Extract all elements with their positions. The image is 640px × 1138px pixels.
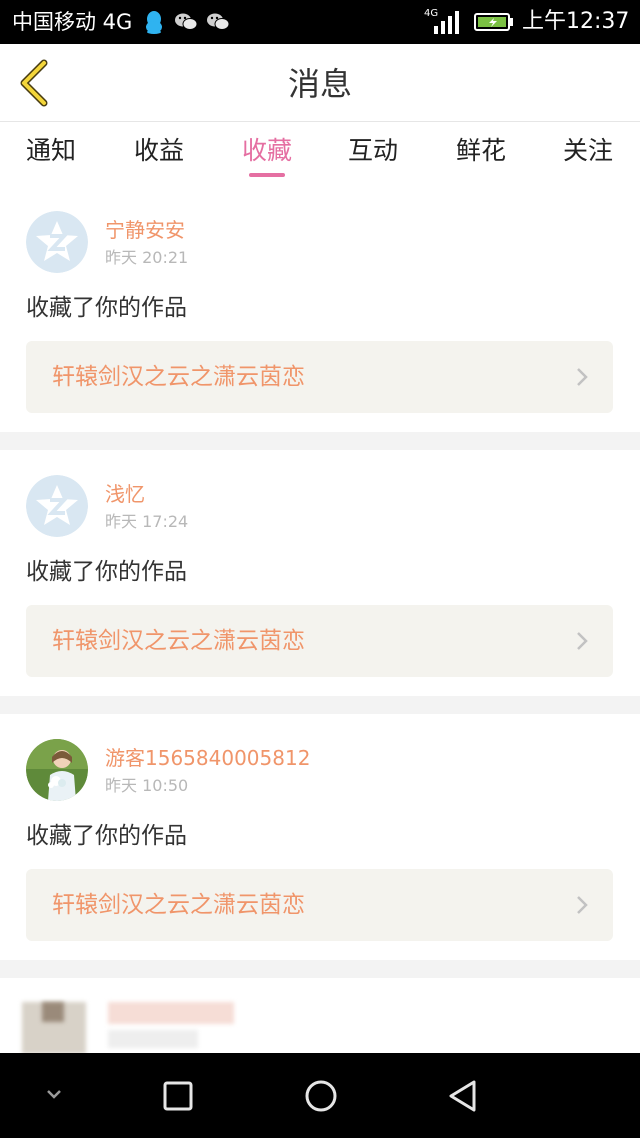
avatar[interactable]: [26, 475, 88, 537]
system-nav-bar: [0, 1053, 640, 1138]
default-avatar-icon: [26, 475, 88, 537]
tab-flowers[interactable]: 鲜花: [441, 135, 521, 167]
carrier-label: 中国移动 4G: [12, 10, 133, 34]
card-separator: [0, 696, 640, 714]
message-card: 游客1565840005812 昨天 10:50 收藏了你的作品 轩辕剑汉之云之…: [0, 714, 640, 960]
default-avatar-icon: [26, 211, 88, 273]
tab-earnings[interactable]: 收益: [119, 135, 199, 167]
tab-favorites[interactable]: 收藏: [227, 135, 307, 167]
qq-icon: [146, 11, 162, 34]
work-link[interactable]: 轩辕剑汉之云之潇云茵恋: [26, 869, 613, 941]
timestamp: 昨天 17:24: [105, 512, 189, 531]
timestamp: 昨天 20:21: [105, 248, 189, 267]
work-title: 轩辕剑汉之云之潇云茵恋: [52, 364, 305, 390]
app-header: 消息: [0, 44, 640, 122]
recent-apps-icon[interactable]: [162, 1080, 194, 1112]
status-bar: 中国移动 4G 4G 上午12:37: [0, 0, 640, 44]
message-card: 宁静安安 昨天 20:21 收藏了你的作品 轩辕剑汉之云之潇云茵恋: [0, 184, 640, 432]
username[interactable]: 宁静安安: [105, 217, 185, 243]
tab-following[interactable]: 关注: [548, 135, 628, 167]
card-separator: [0, 432, 640, 450]
chevron-down-icon[interactable]: [44, 1087, 64, 1101]
signal-icon: 4G: [424, 8, 459, 34]
back-triangle-icon[interactable]: [446, 1078, 480, 1114]
avatar[interactable]: [26, 211, 88, 273]
chevron-right-icon: [577, 896, 588, 914]
wechat-icon: [175, 13, 198, 30]
work-title: 轩辕剑汉之云之潇云茵恋: [52, 628, 305, 654]
clock: 上午12:37: [522, 9, 630, 34]
battery-icon: [474, 13, 513, 31]
action-text: 收藏了你的作品: [26, 295, 187, 321]
wechat-icon: [207, 13, 230, 30]
message-card-partial: [0, 978, 640, 1054]
card-separator: [0, 960, 640, 978]
avatar[interactable]: [26, 739, 88, 801]
action-text: 收藏了你的作品: [26, 823, 187, 849]
chevron-right-icon: [577, 368, 588, 386]
username[interactable]: 游客1565840005812: [105, 745, 310, 771]
work-link[interactable]: 轩辕剑汉之云之潇云茵恋: [26, 605, 613, 677]
chevron-right-icon: [577, 632, 588, 650]
timestamp: 昨天 10:50: [105, 776, 189, 795]
photo-avatar-icon: [26, 739, 88, 801]
tab-bar: 通知 收益 收藏 互动 鲜花 关注: [0, 123, 640, 183]
work-title: 轩辕剑汉之云之潇云茵恋: [52, 892, 305, 918]
action-text: 收藏了你的作品: [26, 559, 187, 585]
page-title: 消息: [287, 65, 352, 103]
tab-interactions[interactable]: 互动: [333, 135, 413, 167]
network-badge: 4G: [424, 8, 438, 19]
tab-notifications[interactable]: 通知: [11, 135, 91, 167]
work-link[interactable]: 轩辕剑汉之云之潇云茵恋: [26, 341, 613, 413]
blurred-avatar-detail: [42, 1002, 64, 1022]
active-tab-indicator: [249, 173, 285, 177]
message-card: 浅忆 昨天 17:24 收藏了你的作品 轩辕剑汉之云之潇云茵恋: [0, 450, 640, 696]
blurred-timestamp: [108, 1030, 198, 1048]
home-icon[interactable]: [303, 1078, 339, 1114]
blurred-username: [108, 1002, 234, 1024]
username[interactable]: 浅忆: [105, 481, 145, 507]
